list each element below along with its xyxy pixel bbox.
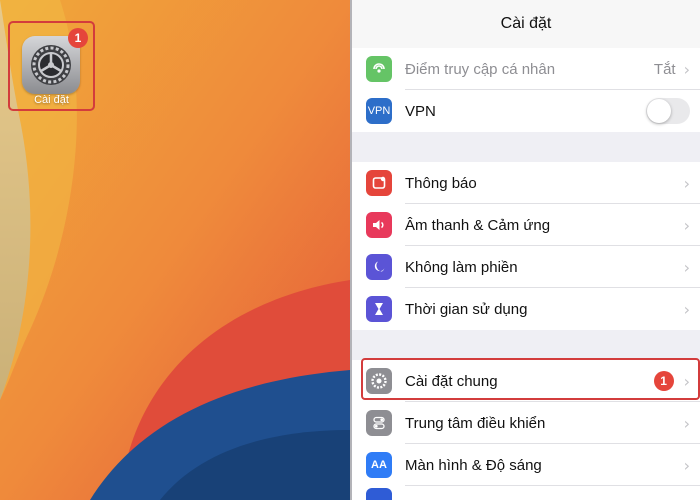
settings-row-next[interactable] [352, 486, 700, 500]
settings-row-notifications[interactable]: Thông báo › [352, 162, 700, 204]
vpn-toggle[interactable] [646, 98, 690, 124]
moon-icon [366, 254, 392, 280]
settings-row-label: Điểm truy cập cá nhân [405, 60, 556, 78]
settings-row-sound[interactable]: Âm thanh & Cảm ứng › [352, 204, 700, 246]
chevron-right-icon: › [683, 455, 690, 475]
settings-row-label: Âm thanh & Cảm ứng [405, 216, 551, 234]
settings-group-general: Cài đặt chung 1 › Trung tâm điều khiển ›… [352, 360, 700, 500]
app-notification-badge: 1 [68, 28, 88, 48]
settings-row-label: Trung tâm điều khiển [405, 414, 546, 432]
gear-icon [366, 368, 392, 394]
vpn-icon: VPN [366, 98, 392, 124]
notification-badge: 1 [653, 371, 674, 391]
settings-row-label: Thông báo [405, 174, 477, 192]
settings-row-label: Cài đặt chung [405, 372, 498, 390]
home-screen: 1 Cài đặt [0, 0, 350, 500]
chevron-right-icon: › [683, 173, 690, 193]
settings-group-notifications: Thông báo › Âm thanh & Cảm ứng › Không l… [352, 162, 700, 330]
settings-row-value: Tắt [653, 60, 676, 78]
hourglass-icon [366, 296, 392, 322]
chevron-right-icon: › [683, 59, 690, 79]
nav-title: Cài đặt [352, 0, 700, 48]
control-center-icon [366, 410, 392, 436]
hotspot-icon [366, 56, 392, 82]
settings-row-hotspot[interactable]: Điểm truy cập cá nhân Tắt › [352, 48, 700, 90]
app-label: Cài đặt [34, 94, 69, 106]
sound-icon [366, 212, 392, 238]
home-screen-icon [366, 488, 392, 500]
settings-row-label: Thời gian sử dụng [405, 300, 528, 318]
chevron-right-icon: › [683, 257, 690, 277]
settings-row-control-center[interactable]: Trung tâm điều khiển › [352, 402, 700, 444]
settings-row-display[interactable]: AA Màn hình & Độ sáng › [352, 444, 700, 486]
gear-icon [31, 45, 71, 85]
notifications-icon [366, 170, 392, 196]
settings-panel: Cài đặt Điểm truy cập cá nhân Tắt › VPN … [352, 0, 700, 500]
settings-row-vpn[interactable]: VPN VPN [352, 90, 700, 132]
settings-row-general[interactable]: Cài đặt chung 1 › [352, 360, 700, 402]
settings-row-screen-time[interactable]: Thời gian sử dụng › [352, 288, 700, 330]
chevron-right-icon: › [683, 215, 690, 235]
chevron-right-icon: › [683, 413, 690, 433]
settings-group-network: Điểm truy cập cá nhân Tắt › VPN VPN [352, 48, 700, 132]
chevron-right-icon: › [683, 371, 690, 391]
settings-row-label: Không làm phiền [405, 258, 518, 276]
display-icon: AA [366, 452, 392, 478]
settings-row-label: VPN [405, 102, 436, 120]
settings-row-do-not-disturb[interactable]: Không làm phiền › [352, 246, 700, 288]
chevron-right-icon: › [683, 299, 690, 319]
settings-row-label: Màn hình & Độ sáng [405, 456, 542, 474]
